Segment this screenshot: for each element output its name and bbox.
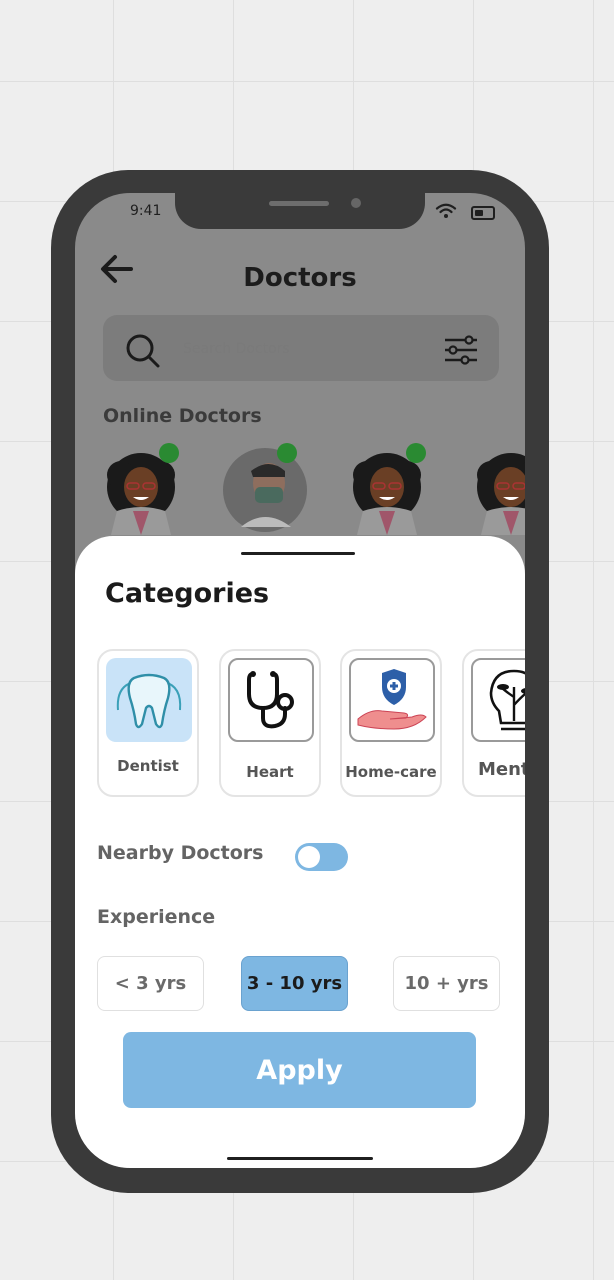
category-dentist[interactable]: Dentist xyxy=(97,649,199,797)
front-camera xyxy=(351,198,361,208)
status-time: 9:41 xyxy=(130,203,162,219)
categories-title: Categories xyxy=(105,578,270,609)
speaker xyxy=(269,201,329,206)
category-mental[interactable]: Ment xyxy=(462,649,525,797)
notch xyxy=(175,193,425,229)
category-label: Dentist xyxy=(117,757,179,775)
filter-sliders-icon[interactable] xyxy=(443,335,479,365)
category-label: Home-care xyxy=(345,763,437,781)
page-title: Doctors xyxy=(243,263,357,293)
home-indicator[interactable] xyxy=(227,1157,373,1160)
search-bar[interactable]: Search Doctors xyxy=(103,315,499,381)
apply-button[interactable]: Apply xyxy=(123,1032,476,1108)
nearby-doctors-toggle[interactable] xyxy=(295,843,348,871)
category-home-care[interactable]: Home-care xyxy=(340,649,442,797)
tooth-icon xyxy=(116,673,182,729)
filter-bottom-sheet: Categories Dentist Heart Home-care Ment … xyxy=(75,536,525,1168)
experience-label: Experience xyxy=(97,906,216,928)
category-icon-box xyxy=(349,658,435,742)
nearby-doctors-label: Nearby Doctors xyxy=(97,842,264,864)
experience-3-10[interactable]: 3 - 10 yrs xyxy=(241,956,348,1011)
online-status-dot xyxy=(159,443,179,463)
search-input[interactable]: Search Doctors xyxy=(183,341,290,357)
battery-icon xyxy=(471,206,495,220)
search-icon xyxy=(126,334,160,368)
toggle-knob xyxy=(298,846,320,868)
experience-over-10[interactable]: 10 + yrs xyxy=(393,956,500,1011)
experience-under-3[interactable]: < 3 yrs xyxy=(97,956,204,1011)
category-icon-box xyxy=(228,658,314,742)
online-doctors-title: Online Doctors xyxy=(103,405,262,427)
sheet-drag-handle[interactable] xyxy=(241,552,355,555)
category-icon-box xyxy=(471,658,525,742)
phone-screen: 9:41 Doctors Search Doctors Online Docto… xyxy=(75,193,525,1168)
category-icon-box xyxy=(106,658,192,742)
home-care-icon xyxy=(357,669,427,730)
category-label: Ment xyxy=(478,759,525,780)
doctor-avatar-4[interactable] xyxy=(469,445,525,535)
stethoscope-icon xyxy=(247,671,294,729)
wifi-icon xyxy=(435,203,457,218)
online-status-dot xyxy=(277,443,297,463)
mental-health-icon xyxy=(489,669,525,731)
category-heart[interactable]: Heart xyxy=(219,649,321,797)
category-label: Heart xyxy=(246,763,294,781)
online-status-dot xyxy=(406,443,426,463)
